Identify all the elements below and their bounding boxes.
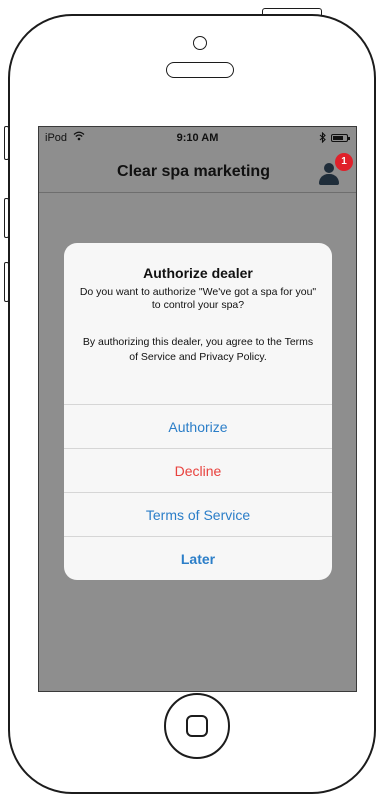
alert-title: Authorize dealer — [143, 265, 253, 281]
home-button-square — [186, 715, 208, 737]
user-icon-head — [324, 163, 334, 173]
home-button[interactable] — [164, 693, 230, 759]
phone-screen: iPod 9:10 AM Clear spa marketing 1 Autho… — [38, 126, 357, 692]
status-time: 9:10 AM — [176, 132, 219, 144]
earpiece-speaker — [166, 62, 234, 78]
battery-icon — [331, 134, 350, 142]
alert-terms-message: By authorizing this dealer, you agree to… — [82, 336, 314, 363]
navigation-bar: Clear spa marketing 1 — [39, 149, 356, 193]
bluetooth-icon — [319, 131, 326, 146]
user-icon-body — [319, 174, 339, 185]
decline-button[interactable]: Decline — [64, 448, 332, 492]
later-button[interactable]: Later — [64, 536, 332, 580]
authorize-button[interactable]: Authorize — [64, 404, 332, 448]
alert-message: Do you want to authorize "We've got a sp… — [79, 286, 317, 311]
notification-badge[interactable]: 1 — [335, 153, 353, 171]
authorize-dealer-alert: Authorize dealer Do you want to authoriz… — [64, 243, 332, 580]
terms-of-service-button[interactable]: Terms of Service — [64, 492, 332, 536]
page-title: Clear spa marketing — [117, 163, 270, 180]
front-camera — [193, 36, 207, 50]
status-bar: iPod 9:10 AM — [39, 127, 356, 149]
